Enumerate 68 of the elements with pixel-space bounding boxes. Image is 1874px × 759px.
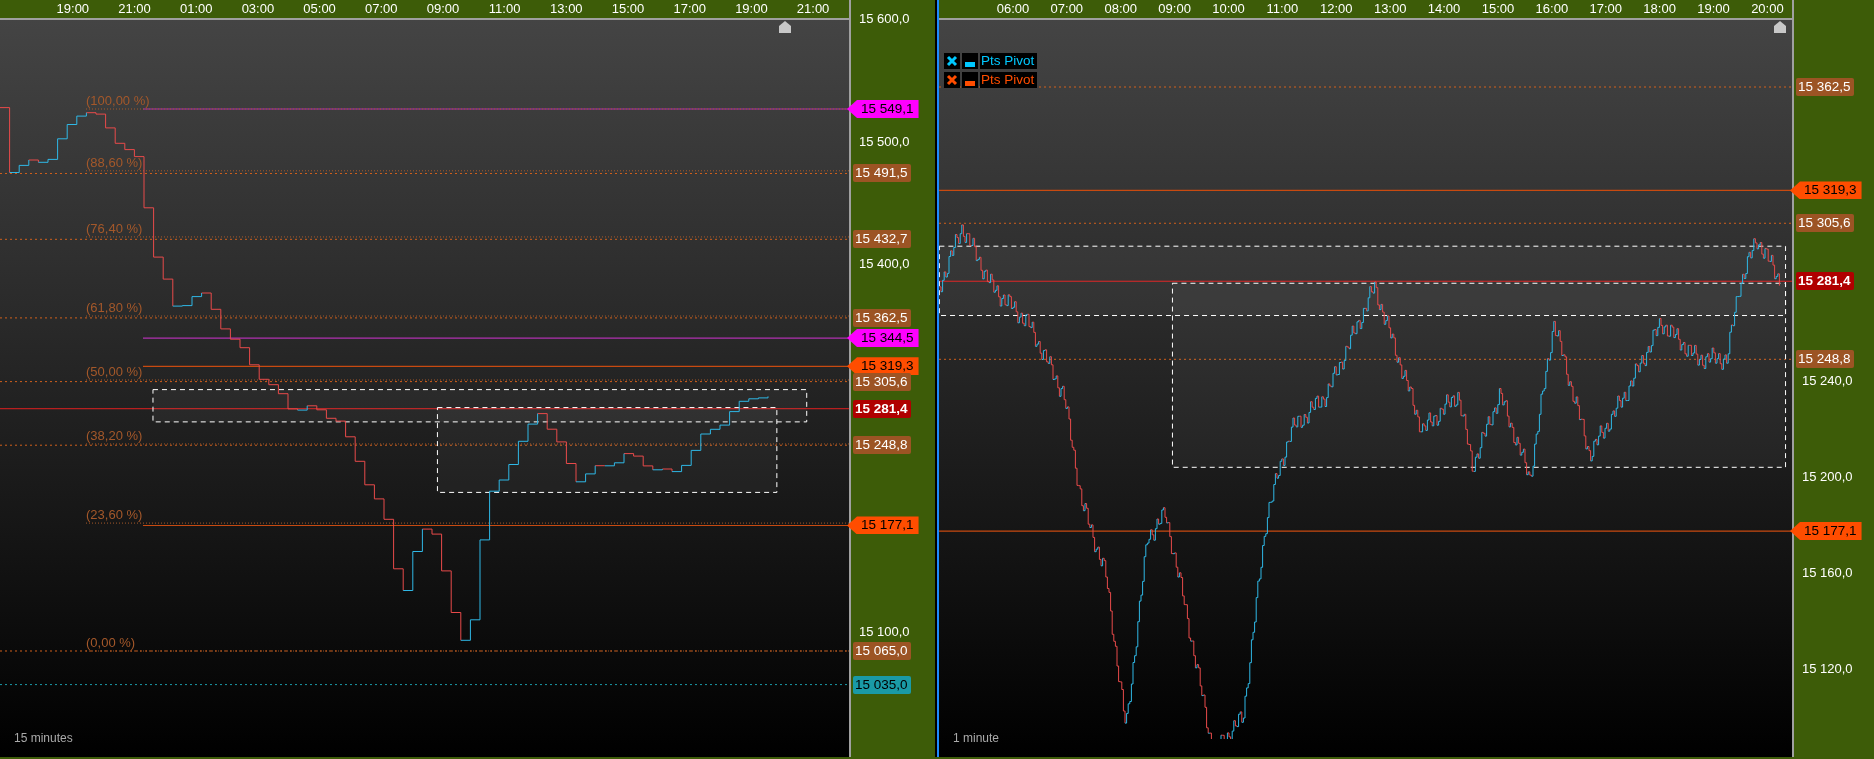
time-label: 11:00 (487, 0, 522, 18)
last-price-tag: 15 281,4 (853, 399, 911, 418)
fib-label: (76,40 %) (86, 221, 143, 236)
price-tag: 15 248,8 (1796, 350, 1854, 369)
time-label: 10:00 (1211, 0, 1246, 18)
close-icon[interactable] (944, 53, 960, 69)
price-tick: 15 120,0 (1802, 661, 1853, 677)
time-label: 20:00 (1750, 0, 1785, 18)
time-label: 07:00 (1049, 0, 1085, 18)
fib-label: (50,00 %) (86, 365, 143, 379)
time-label: 13:00 (549, 0, 584, 18)
time-label: 17:00 (1588, 0, 1623, 18)
price-tag: 15 177,1 (847, 516, 919, 535)
fib-label: (38,20 %) (86, 428, 143, 443)
price-tag: 15 177,1 (1790, 522, 1862, 541)
fib-label: (23,60 %) (86, 508, 143, 523)
last-price-tag: 15 281,4 (1796, 272, 1854, 291)
price-tag: 15 305,6 (1796, 214, 1854, 233)
time-label: 15:00 (610, 0, 646, 18)
time-label: 17:00 (672, 0, 707, 18)
price-tick: 15 240,0 (1802, 373, 1853, 389)
price-tick: 15 160,0 (1802, 565, 1853, 581)
price-tag: 15 362,5 (1796, 78, 1854, 96)
time-label: 19:00 (1696, 0, 1731, 18)
time-label: 15:00 (1480, 0, 1516, 18)
time-label: 21:00 (117, 0, 152, 18)
price-tick: 15 400,0 (859, 256, 910, 273)
time-label: 07:00 (364, 0, 399, 18)
time-label: 14:00 (1426, 0, 1462, 18)
time-label: 19:00 (734, 0, 769, 18)
timeframe-label: 1 minute (953, 731, 1000, 745)
time-label: 19:00 (55, 0, 91, 18)
time-label: 09:00 (425, 0, 461, 18)
time-label: 06:00 (995, 0, 1031, 18)
price-tag: 15 362,5 (853, 308, 911, 327)
fib-label: (61,80 %) (86, 301, 143, 316)
time-label: 12:00 (1319, 0, 1354, 18)
fib-label: (88,60 %) (86, 155, 143, 170)
time-label: 08:00 (1103, 0, 1138, 18)
minimize-icon[interactable] (962, 72, 978, 88)
time-label: 13:00 (1372, 0, 1408, 18)
price-tag: 15 248,8 (853, 436, 911, 455)
time-label: 21:00 (795, 0, 831, 18)
timeframe-label: 15 minutes (14, 731, 73, 745)
price-tag: 15 319,3 (1790, 181, 1862, 200)
close-icon[interactable] (944, 72, 960, 88)
time-label: 05:00 (302, 0, 337, 18)
legend-label[interactable]: Pts Pivot (980, 53, 1038, 69)
time-label: 18:00 (1642, 0, 1677, 18)
price-tick: 15 100,0 (859, 624, 910, 640)
time-label: 09:00 (1157, 0, 1192, 18)
price-tick: 15 500,0 (859, 133, 910, 150)
price-tick: 15 600,0 (859, 11, 910, 27)
legend-label[interactable]: Pts Pivot (980, 72, 1038, 88)
fib-label: (100,00 %) (86, 94, 150, 108)
time-label: 11:00 (1265, 0, 1300, 18)
time-label: 16:00 (1534, 0, 1570, 18)
minimize-icon[interactable] (962, 53, 978, 69)
price-tag: 15 065,0 (853, 642, 911, 660)
price-tag: 15 491,5 (853, 164, 911, 183)
time-label: 03:00 (240, 0, 276, 18)
price-tag: 15 549,1 (847, 100, 919, 118)
price-tag: 15 432,7 (853, 230, 911, 249)
time-label: 01:00 (178, 0, 214, 18)
price-tag: 15 344,5 (847, 329, 919, 348)
fib-label: (0,00 %) (86, 636, 136, 650)
price-tick: 15 200,0 (1802, 469, 1853, 485)
price-tag: 15 035,0 (853, 675, 911, 694)
